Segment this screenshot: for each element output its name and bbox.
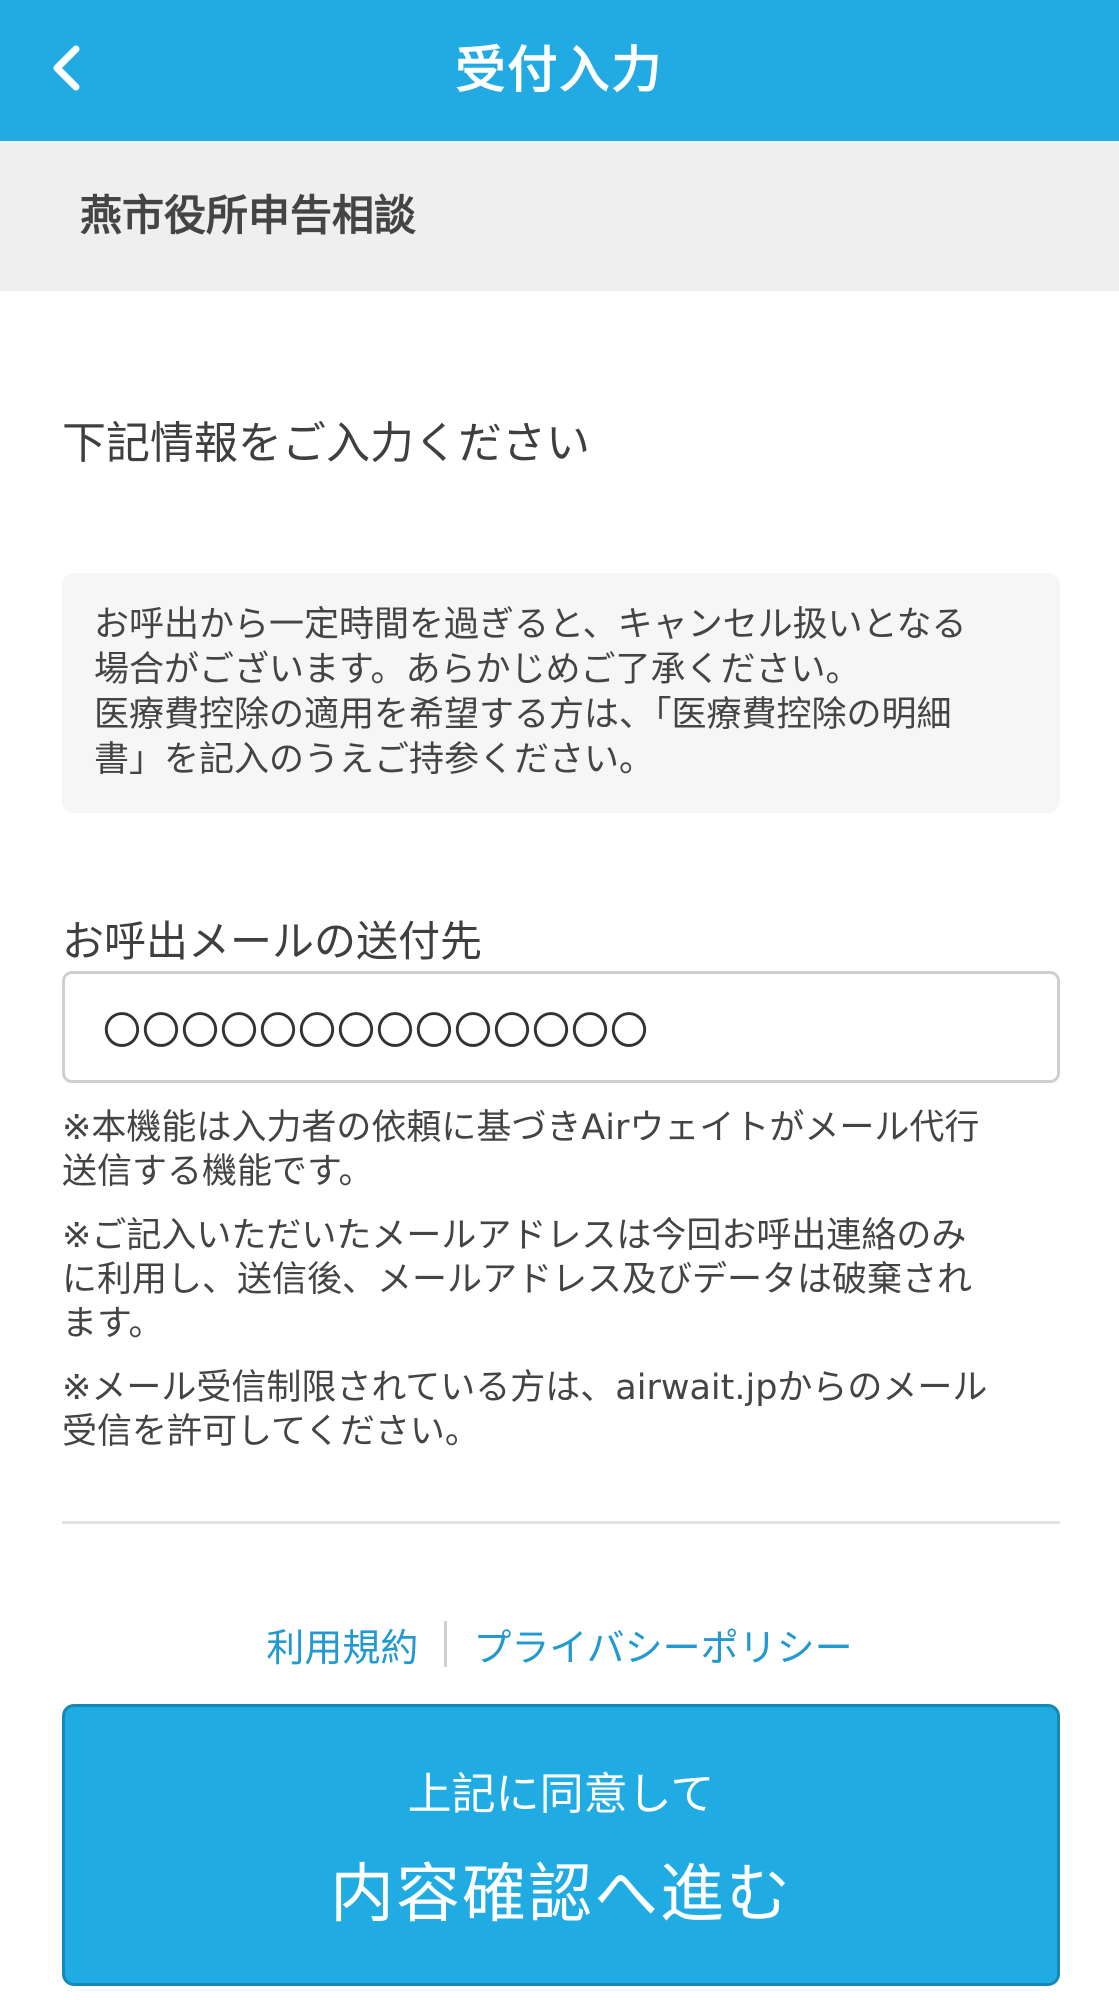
notice-line: 場合がございます。あらかじめご了承ください。 bbox=[94, 650, 861, 690]
page-title: 受付入力 bbox=[455, 41, 664, 99]
divider bbox=[62, 1521, 1060, 1524]
notice-line: 書」を記入のうえご持参ください。 bbox=[94, 740, 655, 780]
footer-links: 利用規約 プライバシーポリシー bbox=[0, 1614, 1119, 1674]
facility-name: 燕市役所申告相談 bbox=[80, 191, 417, 240]
notice-box: お呼出から一定時間を過ぎると、キャンセル扱いとなる 場合がございます。あらかじめ… bbox=[62, 573, 1060, 813]
note-line: 受信を許可してください。 bbox=[62, 1412, 480, 1452]
note-proxy-send: ※本機能は入力者の依頼に基づきAirウェイトがメール代行 送信する機能です。 bbox=[62, 1106, 1062, 1194]
link-separator bbox=[444, 1621, 448, 1667]
note-line: ※ご記入いただいたメールアドレスは今回お呼出連絡のみ bbox=[62, 1216, 967, 1256]
note-line: ます。 bbox=[62, 1304, 164, 1344]
note-mail-filter: ※メール受信制限されている方は、airwait.jpからのメール 受信を許可して… bbox=[62, 1366, 1062, 1454]
email-field-label: お呼出メールの送付先 bbox=[62, 917, 483, 966]
note-line: ※本機能は入力者の依頼に基づきAirウェイトがメール代行 bbox=[62, 1108, 980, 1148]
notice-line: お呼出から一定時間を過ぎると、キャンセル扱いとなる bbox=[94, 605, 967, 645]
note-line: 送信する機能です。 bbox=[62, 1152, 374, 1192]
notice-line: 医療費控除の適用を希望する方は、「医療費控除の明細 bbox=[94, 695, 952, 735]
note-data-disposal: ※ご記入いただいたメールアドレスは今回お呼出連絡のみ に利用し、送信後、メールア… bbox=[62, 1214, 1062, 1346]
notes-section: ※本機能は入力者の依頼に基づきAirウェイトがメール代行 送信する機能です。 ※… bbox=[62, 1106, 1062, 1474]
note-line: ※メール受信制限されている方は、airwait.jpからのメール bbox=[62, 1368, 988, 1408]
email-field[interactable] bbox=[62, 971, 1060, 1083]
privacy-policy-link[interactable]: プライバシーポリシー bbox=[473, 1617, 852, 1672]
agree-and-confirm-button[interactable]: 上記に同意して 内容確認へ進む bbox=[62, 1704, 1060, 1986]
facility-bar: 燕市役所申告相談 bbox=[0, 141, 1119, 291]
app-header: 受付入力 bbox=[0, 0, 1119, 141]
note-line: に利用し、送信後、メールアドレス及びデータは破棄され bbox=[62, 1260, 973, 1300]
submit-button-sublabel: 上記に同意して bbox=[407, 1769, 715, 1820]
terms-link[interactable]: 利用規約 bbox=[266, 1617, 418, 1672]
submit-button-label: 内容確認へ進む bbox=[330, 1858, 792, 1932]
instruction-text: 下記情報をご入力ください bbox=[62, 418, 590, 469]
